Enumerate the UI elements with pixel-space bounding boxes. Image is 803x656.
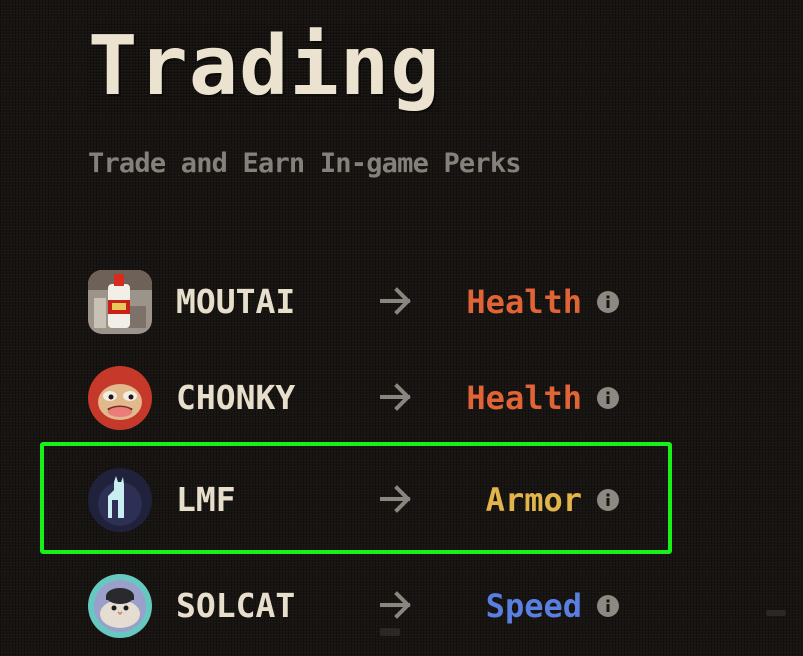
trade-row-solcat[interactable]: SOLCAT Speed (88, 574, 648, 640)
arrow-right-icon (380, 383, 411, 411)
scroll-hint-bar (380, 628, 400, 636)
arrow-right-icon (380, 591, 411, 619)
perk-label: Health (466, 379, 582, 417)
llama-icon (88, 468, 152, 532)
trade-row-moutai[interactable]: MOUTAI Health (88, 270, 648, 336)
chonky-frog-icon (88, 366, 152, 430)
page-subtitle: Trade and Earn In-game Perks (88, 148, 522, 179)
token-name: MOUTAI (176, 282, 296, 321)
perk-label: Armor (485, 481, 582, 519)
token-name: CHONKY (176, 378, 296, 417)
scroll-hint-bar (766, 610, 786, 616)
moutai-bottle-icon (88, 270, 152, 334)
arrow-right-icon (380, 287, 411, 315)
trade-row-lmf[interactable]: LMF Armor (88, 468, 648, 534)
arrow-right-icon (380, 485, 411, 513)
perk-label: Health (466, 283, 582, 321)
solcat-icon (88, 574, 152, 638)
info-icon[interactable] (596, 386, 620, 410)
info-icon[interactable] (596, 290, 620, 314)
info-icon[interactable] (596, 594, 620, 618)
trade-row-chonky[interactable]: CHONKY Health (88, 366, 648, 432)
token-name: SOLCAT (176, 586, 296, 625)
perk-label: Speed (485, 587, 582, 625)
page-title: Trading (88, 19, 441, 114)
token-name: LMF (176, 480, 236, 519)
info-icon[interactable] (596, 488, 620, 512)
